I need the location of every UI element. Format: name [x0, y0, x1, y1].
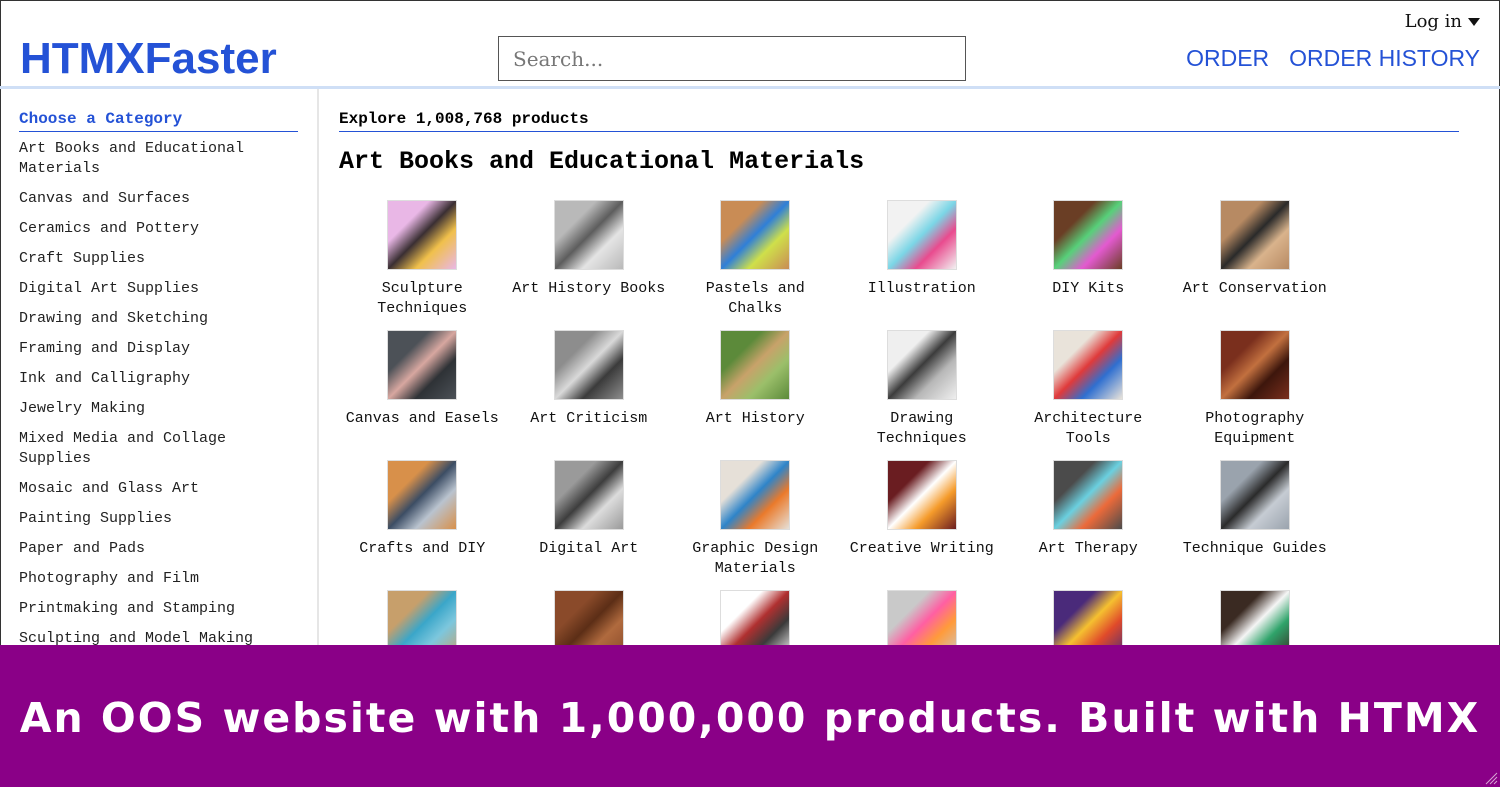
product-card[interactable]: Digital Art: [506, 460, 673, 590]
product-thumbnail[interactable]: [1219, 200, 1290, 270]
site-header: HTMXFaster Log in ORDER ORDER HISTORY: [0, 0, 1500, 86]
product-thumbnail[interactable]: [720, 460, 791, 530]
sidebar-category-item[interactable]: Canvas and Surfaces: [19, 189, 289, 209]
product-label[interactable]: Illustration: [842, 279, 1002, 299]
product-card[interactable]: Illustration: [839, 200, 1006, 330]
sidebar-category-item[interactable]: Printmaking and Stamping: [19, 599, 289, 619]
sidebar-category-item[interactable]: Art Books and Educational Materials: [19, 139, 289, 179]
product-label[interactable]: Art Therapy: [1008, 539, 1168, 559]
product-thumbnail[interactable]: [1053, 460, 1124, 530]
promo-banner: An OOS website with 1,000,000 products. …: [0, 645, 1500, 787]
site-logo[interactable]: HTMXFaster: [20, 34, 277, 84]
product-card[interactable]: Drawing Techniques: [839, 330, 1006, 460]
product-thumbnail[interactable]: [387, 460, 458, 530]
nav-order-history-link[interactable]: ORDER HISTORY: [1289, 45, 1480, 72]
sidebar-category-item[interactable]: Jewelry Making: [19, 399, 289, 419]
product-card[interactable]: DIY Kits: [1005, 200, 1172, 330]
sidebar-category-item[interactable]: Craft Supplies: [19, 249, 289, 269]
product-thumbnail[interactable]: [1053, 330, 1124, 400]
category-sidebar: Choose a Category Art Books and Educatio…: [0, 89, 319, 689]
product-thumbnail[interactable]: [387, 200, 458, 270]
product-card[interactable]: Crafts and DIY: [339, 460, 506, 590]
product-card[interactable]: Photography Equipment: [1172, 330, 1339, 460]
resize-handle-icon[interactable]: [1484, 771, 1498, 785]
product-card[interactable]: Graphic Design Materials: [672, 460, 839, 590]
sidebar-category-item[interactable]: Mosaic and Glass Art: [19, 479, 289, 499]
product-thumbnail[interactable]: [886, 330, 957, 400]
caret-down-icon: [1468, 18, 1480, 26]
sidebar-category-item[interactable]: Photography and Film: [19, 569, 289, 589]
product-card[interactable]: Art History Books: [506, 200, 673, 330]
product-label[interactable]: Pastels and Chalks: [675, 279, 835, 319]
section-title: Art Books and Educational Materials: [339, 147, 865, 176]
sidebar-category-item[interactable]: Mixed Media and Collage Supplies: [19, 429, 289, 469]
product-label[interactable]: Art Conservation: [1175, 279, 1335, 299]
product-card[interactable]: Art Conservation: [1172, 200, 1339, 330]
product-label[interactable]: Architecture Tools: [1008, 409, 1168, 449]
product-label[interactable]: Sculpture Techniques: [342, 279, 502, 319]
product-thumbnail[interactable]: [720, 330, 791, 400]
sidebar-category-item[interactable]: Framing and Display: [19, 339, 289, 359]
product-label[interactable]: Drawing Techniques: [842, 409, 1002, 449]
product-label[interactable]: DIY Kits: [1008, 279, 1168, 299]
sidebar-title: Choose a Category: [19, 110, 298, 132]
product-thumbnail[interactable]: [387, 330, 458, 400]
login-label: Log in: [1404, 11, 1462, 32]
product-label[interactable]: Art History Books: [509, 279, 669, 299]
main-content: Explore 1,008,768 products Art Books and…: [339, 89, 1460, 689]
product-card[interactable]: Sculpture Techniques: [339, 200, 506, 330]
product-label[interactable]: Canvas and Easels: [342, 409, 502, 429]
product-thumbnail[interactable]: [553, 200, 624, 270]
login-menu[interactable]: Log in: [1405, 11, 1480, 32]
product-label[interactable]: Crafts and DIY: [342, 539, 502, 559]
category-list: Art Books and Educational Materials Canva…: [19, 139, 289, 659]
product-label[interactable]: Photography Equipment: [1175, 409, 1335, 449]
sidebar-category-item[interactable]: Painting Supplies: [19, 509, 289, 529]
product-label[interactable]: Graphic Design Materials: [675, 539, 835, 579]
product-thumbnail[interactable]: [886, 460, 957, 530]
sidebar-category-item[interactable]: Ink and Calligraphy: [19, 369, 289, 389]
product-card[interactable]: Pastels and Chalks: [672, 200, 839, 330]
product-grid: Sculpture Techniques Art History Books Pas…: [339, 200, 1339, 720]
product-label[interactable]: Digital Art: [509, 539, 669, 559]
product-thumbnail[interactable]: [720, 200, 791, 270]
sidebar-category-item[interactable]: Paper and Pads: [19, 539, 289, 559]
product-label[interactable]: Art Criticism: [509, 409, 669, 429]
product-thumbnail[interactable]: [1053, 200, 1124, 270]
search-input[interactable]: [498, 36, 966, 81]
product-thumbnail[interactable]: [886, 200, 957, 270]
product-thumbnail[interactable]: [1219, 460, 1290, 530]
sidebar-category-item[interactable]: Drawing and Sketching: [19, 309, 289, 329]
banner-text: An OOS website with 1,000,000 products. …: [19, 694, 1481, 742]
product-thumbnail[interactable]: [553, 330, 624, 400]
product-card[interactable]: Art History: [672, 330, 839, 460]
product-card[interactable]: Canvas and Easels: [339, 330, 506, 460]
product-card[interactable]: Creative Writing: [839, 460, 1006, 590]
top-nav: ORDER ORDER HISTORY: [1186, 45, 1480, 72]
nav-order-link[interactable]: ORDER: [1186, 45, 1269, 72]
product-card[interactable]: Architecture Tools: [1005, 330, 1172, 460]
sidebar-category-item[interactable]: Ceramics and Pottery: [19, 219, 289, 239]
explore-heading: Explore 1,008,768 products: [339, 110, 1459, 132]
product-card[interactable]: Art Therapy: [1005, 460, 1172, 590]
product-label[interactable]: Creative Writing: [842, 539, 1002, 559]
product-thumbnail[interactable]: [553, 460, 624, 530]
product-label[interactable]: Art History: [675, 409, 835, 429]
sidebar-category-item[interactable]: Digital Art Supplies: [19, 279, 289, 299]
product-card[interactable]: Art Criticism: [506, 330, 673, 460]
product-thumbnail[interactable]: [1219, 330, 1290, 400]
product-card[interactable]: Technique Guides: [1172, 460, 1339, 590]
product-label[interactable]: Technique Guides: [1175, 539, 1335, 559]
